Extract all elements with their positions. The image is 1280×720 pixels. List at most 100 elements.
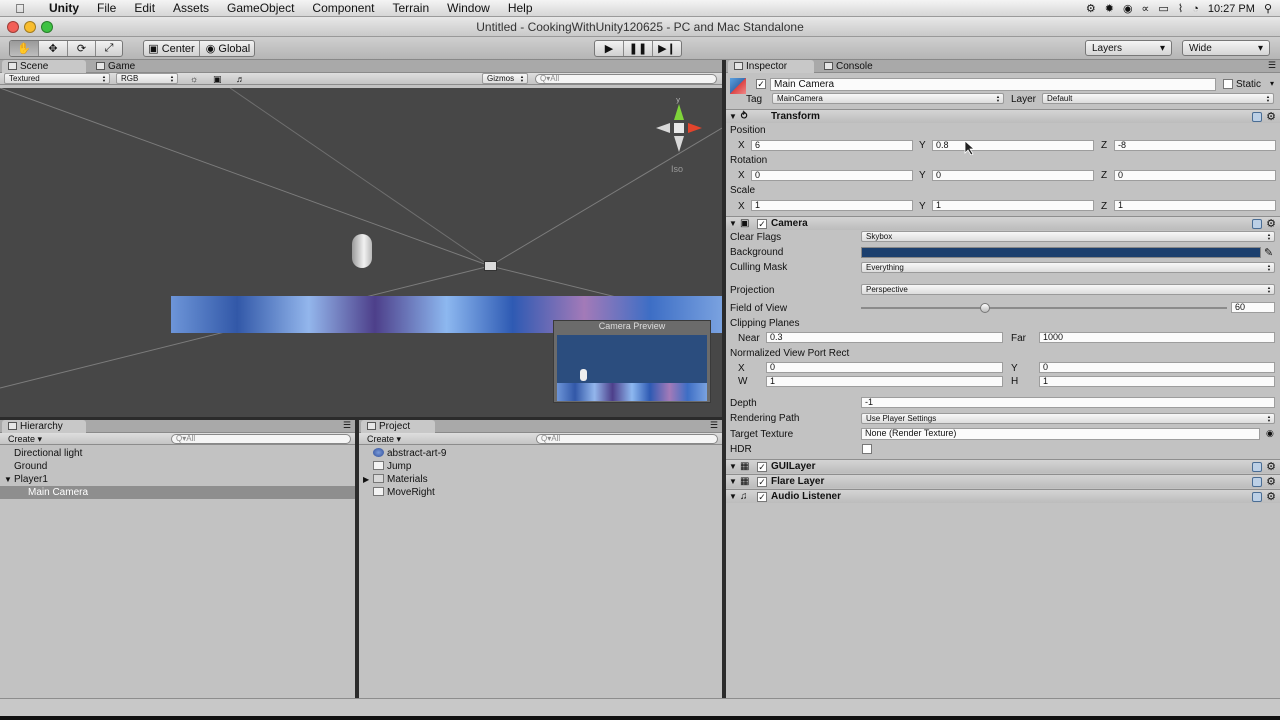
rotation-x-field[interactable]: 0	[751, 170, 913, 181]
gear-icon[interactable]: ⚙	[1266, 475, 1276, 488]
project-search-input[interactable]: Q▾All	[536, 434, 718, 444]
rotate-tool-button[interactable]: ⟳	[68, 41, 96, 56]
position-y-field[interactable]: 0.8	[932, 140, 1094, 151]
gizmos-dropdown[interactable]: Gizmos	[482, 73, 528, 84]
clock[interactable]: 10:27 PM	[1208, 3, 1255, 15]
foldout-expanded-icon[interactable]: ▼	[729, 477, 737, 486]
list-item[interactable]: Ground	[0, 460, 355, 473]
help-reference-icon[interactable]	[1252, 112, 1262, 122]
gear-icon[interactable]: ⚙	[1266, 217, 1276, 230]
audio-listener-header[interactable]: ▼ ♫ ✓ Audio Listener ⚙	[726, 489, 1280, 503]
audio-listener-enabled-checkbox[interactable]: ✓	[757, 492, 767, 502]
eyedropper-icon[interactable]: ✎	[1264, 246, 1273, 259]
orientation-gizmo[interactable]: y	[654, 98, 704, 158]
status-cog-icon[interactable]: ✹	[1105, 2, 1114, 15]
audio-toggle-icon[interactable]: ♬	[236, 74, 245, 84]
pivot-center-button[interactable]: ▣ Center	[144, 41, 200, 56]
culling-mask-dropdown[interactable]: Everything	[861, 262, 1275, 273]
flare-layer-enabled-checkbox[interactable]: ✓	[757, 477, 767, 487]
list-item[interactable]: Jump	[359, 460, 722, 473]
clear-flags-dropdown[interactable]: Skybox	[861, 231, 1275, 242]
background-color-swatch[interactable]	[861, 247, 1261, 258]
object-name-input[interactable]: Main Camera	[770, 78, 1216, 91]
list-item[interactable]: Directional light	[0, 447, 355, 460]
step-button[interactable]: ▶❙	[653, 41, 681, 56]
viewport-w-field[interactable]: 1	[766, 376, 1003, 387]
transform-header[interactable]: ▼ ⥁ Transform ⚙	[726, 109, 1280, 123]
list-item-selected[interactable]: Main Camera	[0, 486, 355, 499]
layer-dropdown[interactable]: Default	[1042, 93, 1274, 104]
scene-search-input[interactable]: Q▾All	[535, 74, 717, 84]
panel-menu-icon[interactable]: ☰	[1268, 60, 1276, 71]
tag-dropdown[interactable]: MainCamera	[772, 93, 1004, 104]
scale-x-field[interactable]: 1	[751, 200, 913, 211]
position-z-field[interactable]: -8	[1114, 140, 1276, 151]
status-gear-icon[interactable]: ⚙	[1086, 2, 1096, 15]
menu-edit[interactable]: Edit	[125, 1, 164, 15]
tab-console[interactable]: Console	[818, 60, 902, 73]
gear-icon[interactable]: ⚙	[1266, 460, 1276, 473]
help-reference-icon[interactable]	[1252, 219, 1262, 229]
object-picker-icon[interactable]: ◉	[1266, 428, 1274, 439]
render-mode-dropdown[interactable]: Textured	[4, 73, 110, 84]
foldout-expanded-icon[interactable]: ▼	[729, 219, 737, 228]
battery-icon[interactable]: ▭	[1158, 2, 1168, 15]
channel-dropdown[interactable]: RGB	[116, 73, 178, 84]
depth-field[interactable]: -1	[861, 397, 1275, 408]
viewport-h-field[interactable]: 1	[1039, 376, 1275, 387]
hand-tool-button[interactable]: ✋	[10, 41, 39, 56]
menu-help[interactable]: Help	[499, 1, 542, 15]
list-item[interactable]: abstract-art-9	[359, 447, 722, 460]
image-toggle-icon[interactable]: ▣	[213, 74, 222, 85]
gear-icon[interactable]: ⚙	[1266, 110, 1276, 123]
pause-button[interactable]: ❚❚	[624, 41, 653, 56]
scene-viewport[interactable]: y Iso Camera Preview	[0, 88, 722, 417]
wifi-icon[interactable]: ⌇	[1178, 2, 1183, 15]
menu-component[interactable]: Component	[303, 1, 383, 15]
status-globe-icon[interactable]: ◉	[1123, 2, 1133, 15]
panel-menu-icon[interactable]: ☰	[710, 420, 718, 431]
far-field[interactable]: 1000	[1039, 332, 1275, 343]
lighting-toggle-icon[interactable]: ☼	[190, 74, 198, 84]
menu-terrain[interactable]: Terrain	[383, 1, 438, 15]
layers-dropdown[interactable]: Layers ▾	[1085, 40, 1172, 56]
near-field[interactable]: 0.3	[766, 332, 1003, 343]
menu-unity[interactable]: Unity	[40, 1, 88, 15]
time-machine-icon[interactable]: ◔	[1192, 3, 1199, 15]
flare-layer-header[interactable]: ▼ ▦ ✓ Flare Layer ⚙	[726, 474, 1280, 488]
player-capsule[interactable]	[352, 234, 372, 268]
move-tool-button[interactable]: ✥	[39, 41, 68, 56]
help-reference-icon[interactable]	[1252, 462, 1262, 472]
apple-menu-icon[interactable]: 	[0, 1, 40, 16]
fov-field[interactable]: 60	[1231, 302, 1275, 313]
tab-scene[interactable]: Scene	[2, 60, 86, 73]
disclosure-collapsed-icon[interactable]: ▶	[363, 473, 369, 486]
hierarchy-create-dropdown[interactable]: Create ▾	[8, 434, 42, 445]
spotlight-search-icon[interactable]: ⚲	[1264, 2, 1272, 15]
guilayer-header[interactable]: ▼ ▦ ✓ GUILayer ⚙	[726, 459, 1280, 473]
space-global-button[interactable]: ◉ Global	[200, 41, 254, 56]
scale-tool-button[interactable]: ⤢	[96, 41, 122, 56]
static-dropdown-arrow-icon[interactable]: ▾	[1270, 79, 1274, 88]
foldout-expanded-icon[interactable]: ▼	[729, 112, 737, 121]
foldout-expanded-icon[interactable]: ▼	[729, 462, 737, 471]
hierarchy-search-input[interactable]: Q▾All	[171, 434, 351, 444]
projection-dropdown[interactable]: Perspective	[861, 284, 1275, 295]
viewport-x-field[interactable]: 0	[766, 362, 1003, 373]
fov-slider-track[interactable]	[861, 307, 1227, 309]
hdr-checkbox[interactable]	[862, 444, 872, 454]
menu-assets[interactable]: Assets	[164, 1, 218, 15]
camera-header[interactable]: ▼ ▣ ✓ Camera ⚙	[726, 216, 1280, 230]
help-reference-icon[interactable]	[1252, 477, 1262, 487]
list-item[interactable]: ▼ Player1	[0, 473, 355, 486]
project-create-dropdown[interactable]: Create ▾	[367, 434, 401, 445]
scale-z-field[interactable]: 1	[1114, 200, 1276, 211]
help-reference-icon[interactable]	[1252, 492, 1262, 502]
tab-project[interactable]: Project	[361, 420, 435, 433]
tab-hierarchy[interactable]: Hierarchy	[2, 420, 86, 433]
object-active-checkbox[interactable]: ✓	[756, 79, 766, 89]
viewport-y-field[interactable]: 0	[1039, 362, 1275, 373]
list-item[interactable]: ▶ Materials	[359, 473, 722, 486]
rotation-z-field[interactable]: 0	[1114, 170, 1276, 181]
bluetooth-icon[interactable]: ∝	[1142, 2, 1150, 15]
